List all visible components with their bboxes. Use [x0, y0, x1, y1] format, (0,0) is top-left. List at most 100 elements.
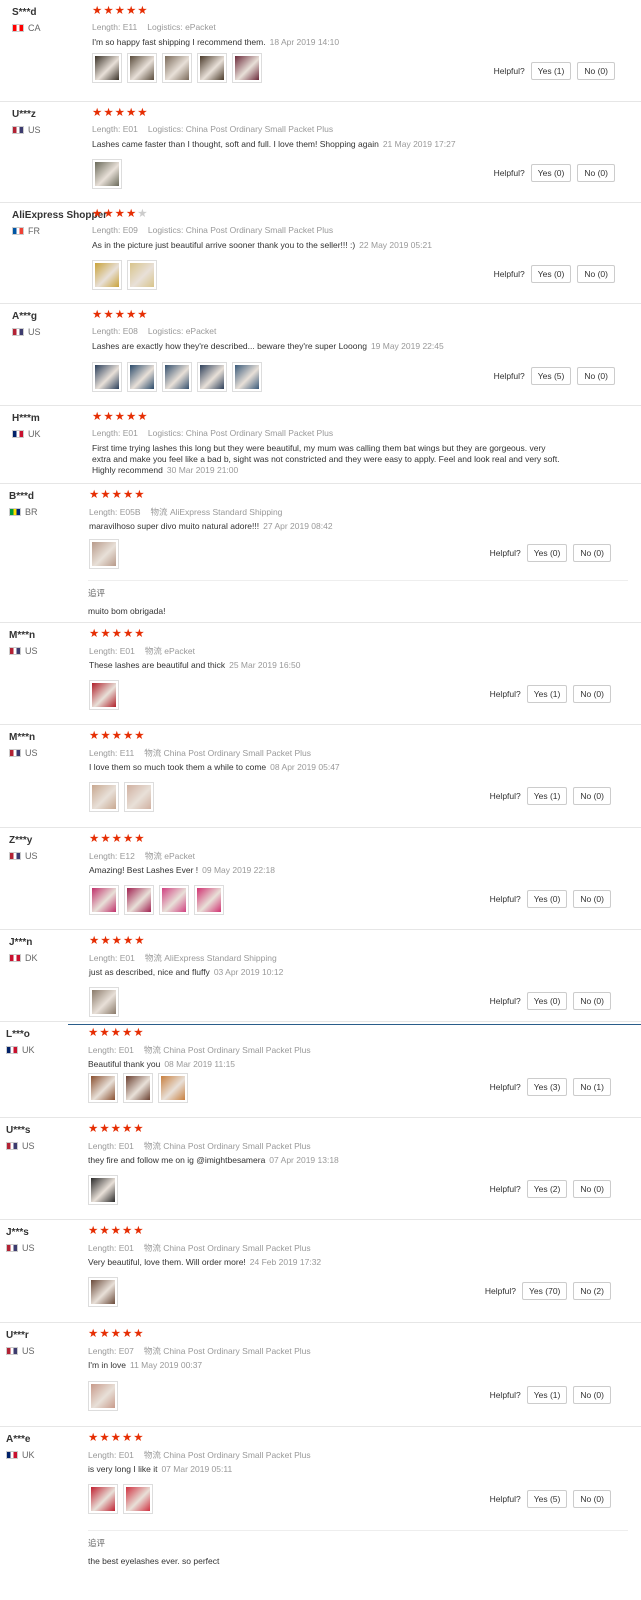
helpful-no-button[interactable]: No (2) [573, 1282, 611, 1300]
star-icon: ★ [103, 208, 115, 220]
helpful-no-button[interactable]: No (0) [573, 1490, 611, 1508]
length-label: Length: [89, 953, 118, 963]
review-photo-thumbnail[interactable] [232, 53, 262, 83]
country-flag-icon [6, 1244, 18, 1252]
star-icon: ★ [110, 1328, 122, 1340]
review-photo-thumbnail[interactable] [89, 885, 119, 915]
review-body: maravilhoso super divo muito natural ado… [89, 521, 260, 531]
helpful-no-button[interactable]: No (0) [577, 164, 615, 182]
review-photo-thumbnail[interactable] [127, 53, 157, 83]
helpful-yes-button[interactable]: Yes (0) [526, 890, 568, 908]
helpful-yes-button[interactable]: Yes (0) [526, 992, 568, 1010]
helpful-no-button[interactable]: No (0) [573, 787, 611, 805]
star-rating: ★★★★★ [88, 1026, 145, 1040]
reviewer-country: US [9, 851, 38, 861]
review-feed: S***d CA ★★★★★ Length: E11 Logistics: ePacke… [0, 0, 641, 1600]
star-icon: ★ [92, 107, 104, 119]
helpful-yes-button[interactable]: Yes (0) [530, 164, 572, 182]
helpful-yes-button[interactable]: Yes (70) [522, 1282, 568, 1300]
star-icon: ★ [99, 1328, 111, 1340]
logistics-label: Logistics: [147, 326, 184, 336]
helpful-yes-button[interactable]: Yes (1) [526, 787, 568, 805]
review-photo-thumbnail[interactable] [92, 53, 122, 83]
helpful-yes-button[interactable]: Yes (2) [526, 1180, 568, 1198]
helpful-yes-button[interactable]: Yes (1) [526, 1386, 568, 1404]
length-label: Length: [88, 1045, 117, 1055]
helpful-no-button[interactable]: No (0) [573, 685, 611, 703]
photo-image [200, 365, 224, 389]
review-photo-thumbnail[interactable] [92, 362, 122, 392]
star-icon: ★ [88, 1225, 100, 1237]
star-rating: ★★★★★ [92, 308, 149, 322]
review-photo-thumbnail[interactable] [88, 1073, 118, 1103]
star-rating: ★★★★★ [88, 1122, 145, 1136]
helpful-no-button[interactable]: No (0) [577, 367, 615, 385]
review-photo-thumbnail[interactable] [162, 53, 192, 83]
review-photo-thumbnail[interactable] [124, 782, 154, 812]
star-rating: ★★★★★ [88, 1327, 145, 1341]
review-photo-thumbnail[interactable] [123, 1484, 153, 1514]
helpful-no-button[interactable]: No (0) [577, 265, 615, 283]
helpful-no-button[interactable]: No (0) [577, 62, 615, 80]
review-card: AliExpress Shopper FR ★★★★★ Length: E09 Logi… [0, 203, 641, 304]
review-photo-thumbnail[interactable] [127, 362, 157, 392]
helpful-yes-button[interactable]: Yes (0) [530, 265, 572, 283]
review-photo-thumbnail[interactable] [194, 885, 224, 915]
review-photo-thumbnail[interactable] [89, 539, 119, 569]
review-photo-thumbnail[interactable] [232, 362, 262, 392]
review-photo-thumbnail[interactable] [88, 1381, 118, 1411]
review-photo-thumbnail[interactable] [197, 362, 227, 392]
country-flag-icon [12, 126, 24, 134]
review-photo-thumbnail[interactable] [88, 1175, 118, 1205]
star-icon: ★ [100, 628, 112, 640]
review-photo-thumbnail[interactable] [158, 1073, 188, 1103]
logistics-value: China Post Ordinary Small Packet Plus [185, 225, 334, 235]
review-meta: Length: E09 Logistics: China Post Ordinar… [92, 225, 343, 235]
review-photo-thumbnail[interactable] [92, 260, 122, 290]
review-photo-thumbnail[interactable] [159, 885, 189, 915]
helpful-yes-button[interactable]: Yes (5) [530, 367, 572, 385]
review-text: Lashes are exactly how they're described… [92, 341, 562, 352]
review-photo-thumbnail[interactable] [89, 987, 119, 1017]
helpful-no-button[interactable]: No (0) [573, 1180, 611, 1198]
star-icon: ★ [92, 5, 104, 17]
review-photos [89, 680, 119, 710]
review-photo-thumbnail[interactable] [89, 782, 119, 812]
review-date: 03 Apr 2019 10:12 [213, 967, 284, 977]
review-photo-thumbnail[interactable] [127, 260, 157, 290]
review-photo-thumbnail[interactable] [89, 680, 119, 710]
logistics-label: 物流 [143, 1243, 161, 1253]
review-photo-thumbnail[interactable] [162, 362, 192, 392]
additional-feedback: 追评 the best eyelashes ever. so perfect [88, 1530, 628, 1600]
helpful-no-button[interactable]: No (0) [573, 544, 611, 562]
helpful-label: Helpful? [484, 1286, 517, 1296]
logistics-label: 物流 [143, 1141, 161, 1151]
helpful-yes-button[interactable]: Yes (5) [526, 1490, 568, 1508]
helpful-no-button[interactable]: No (0) [573, 992, 611, 1010]
star-icon: ★ [114, 309, 126, 321]
review-date: 30 Mar 2019 21:00 [166, 465, 239, 475]
helpful-no-button[interactable]: No (0) [573, 890, 611, 908]
helpful-yes-button[interactable]: Yes (0) [526, 544, 568, 562]
helpful-voting: Helpful? Yes (0) No (0) [490, 992, 611, 1010]
helpful-yes-button[interactable]: Yes (3) [526, 1078, 568, 1096]
review-photo-thumbnail[interactable] [92, 159, 122, 189]
review-photo-thumbnail[interactable] [88, 1484, 118, 1514]
helpful-voting: Helpful? Yes (0) No (0) [490, 890, 611, 908]
review-date: 07 Mar 2019 05:11 [161, 1464, 233, 1474]
review-photo-thumbnail[interactable] [88, 1277, 118, 1307]
helpful-yes-button[interactable]: Yes (1) [530, 62, 572, 80]
photo-image [92, 888, 116, 912]
helpful-no-button[interactable]: No (0) [573, 1386, 611, 1404]
star-icon: ★ [121, 1027, 134, 1039]
review-photo-thumbnail[interactable] [123, 1073, 153, 1103]
star-icon: ★ [137, 107, 149, 119]
review-photo-thumbnail[interactable] [124, 885, 154, 915]
country-code: DK [25, 953, 38, 963]
helpful-label: Helpful? [493, 66, 525, 76]
photo-image [235, 365, 259, 389]
review-photo-thumbnail[interactable] [197, 53, 227, 83]
photo-image [91, 1076, 115, 1100]
helpful-no-button[interactable]: No (1) [573, 1078, 611, 1096]
helpful-yes-button[interactable]: Yes (1) [526, 685, 568, 703]
